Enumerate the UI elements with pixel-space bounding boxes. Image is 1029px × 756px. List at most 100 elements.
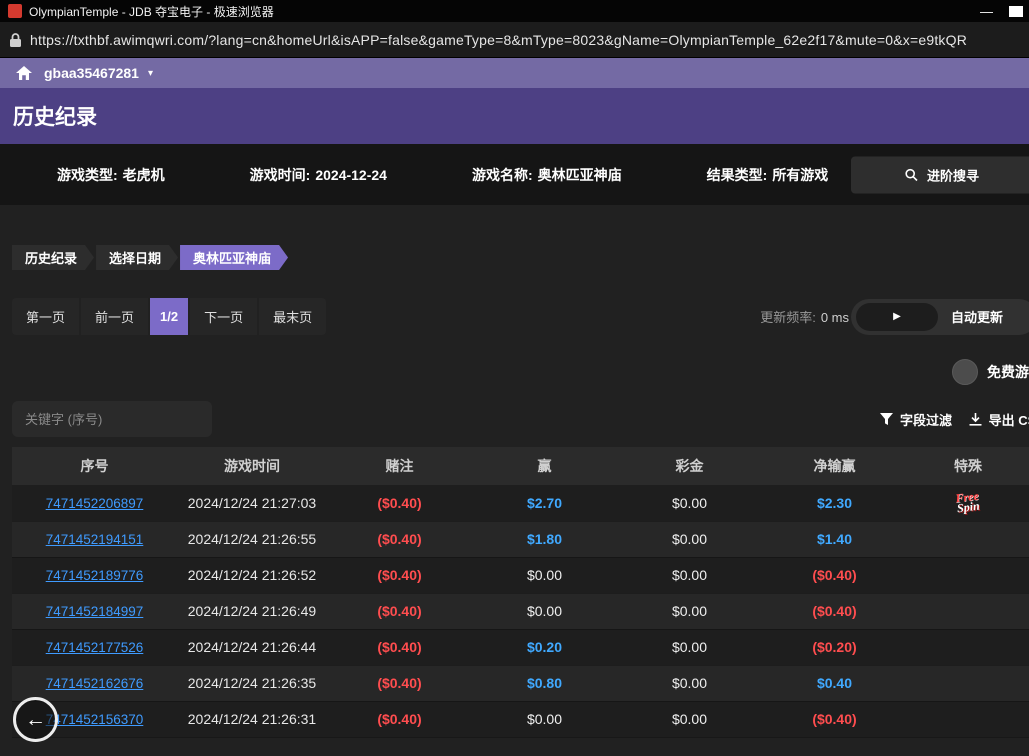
filter-game-type: 游戏类型:老虎机 [57,165,165,185]
cell-jackpot: $0.00 [617,701,762,737]
cell-win: $2.70 [472,485,617,521]
field-filter-button[interactable]: 字段过滤 [880,410,952,429]
cell-special [907,557,1029,593]
play-button[interactable]: ▶ [856,303,938,331]
last-page-button[interactable]: 最末页 [259,298,326,335]
cell-serial: 7471452162676 [12,665,177,701]
column-header-serial: 序号 [12,447,177,485]
window-controls: — [980,5,1023,18]
cell-jackpot: $0.00 [617,629,762,665]
free-games-toggle-circle[interactable] [952,359,978,385]
filter-game-time: 游戏时间:2024-12-24 [250,165,387,185]
cell-win: $0.00 [472,593,617,629]
serial-link[interactable]: 7471452177526 [46,640,144,655]
cell-serial: 7471452194151 [12,521,177,557]
funnel-icon [880,413,893,425]
serial-link[interactable]: 7471452162676 [46,676,144,691]
next-page-button[interactable]: 下一页 [190,298,257,335]
column-header-net: 净输赢 [762,447,907,485]
home-icon[interactable] [16,66,32,80]
cell-serial: 7471452177526 [12,629,177,665]
cell-serial: 7471452206897 [12,485,177,521]
cell-game-time: 2024/12/24 21:26:35 [177,665,327,701]
table-row: 74714521941512024/12/24 21:26:55($0.40)$… [12,521,1029,557]
free-spin-badge: FreeSpin [955,490,981,513]
serial-link[interactable]: 7471452156370 [46,712,144,727]
cell-bet: ($0.40) [327,485,472,521]
window-titlebar: OlympianTemple - JDB 夺宝电子 - 极速浏览器 — [0,0,1029,22]
cell-serial: 7471452184997 [12,593,177,629]
app-icon [8,4,22,18]
breadcrumb-game-name[interactable]: 奥林匹亚神庙 [180,245,288,270]
auto-update-toggle[interactable]: ▶ 自动更新 [851,299,1029,335]
play-icon: ▶ [893,311,901,322]
table-row: 74714521897762024/12/24 21:26:52($0.40)$… [12,557,1029,593]
cell-net: $2.30 [762,485,907,521]
free-games-filter[interactable]: 免费游戏 [952,359,1029,385]
first-page-button[interactable]: 第一页 [12,298,79,335]
minimize-button[interactable]: — [980,5,993,18]
filter-game-name: 游戏名称:奥林匹亚神庙 [472,165,622,185]
page-title: 历史纪录 [13,101,97,131]
browser-address-bar[interactable]: https://txthbf.awimqwri.com/?lang=cn&hom… [0,22,1029,58]
breadcrumb: 历史纪录 选择日期 奥林匹亚神庙 [12,205,1029,270]
prev-page-button[interactable]: 前一页 [81,298,148,335]
table-tools-row: 字段过滤 导出 CSV [12,400,1029,438]
cell-bet: ($0.40) [327,521,472,557]
cell-serial: 7471452189776 [12,557,177,593]
serial-link[interactable]: 7471452194151 [46,532,144,547]
cell-jackpot: $0.00 [617,593,762,629]
search-icon [905,168,918,181]
account-dropdown[interactable]: gbaa35467281 [44,65,139,81]
cell-win: $0.20 [472,629,617,665]
serial-link[interactable]: 7471452206897 [46,496,144,511]
cell-net: ($0.20) [762,629,907,665]
table-row: 74714522068972024/12/24 21:27:03($0.40)$… [12,485,1029,521]
cell-bet: ($0.40) [327,629,472,665]
lock-icon [10,33,21,47]
back-arrow-icon: ← [25,709,46,730]
keyword-search-input[interactable] [12,401,212,437]
breadcrumb-select-date[interactable]: 选择日期 [96,245,178,270]
account-bar: gbaa35467281 ▾ [0,58,1029,88]
maximize-button[interactable] [1009,6,1023,17]
column-header-jackpot: 彩金 [617,447,762,485]
cell-win: $0.00 [472,557,617,593]
current-page-indicator: 1/2 [150,298,188,335]
cell-bet: ($0.40) [327,701,472,737]
cell-net: $1.40 [762,521,907,557]
cell-jackpot: $0.00 [617,665,762,701]
cell-special [907,593,1029,629]
chevron-down-icon[interactable]: ▾ [148,68,153,79]
cell-special [907,521,1029,557]
cell-jackpot: $0.00 [617,521,762,557]
cell-net: ($0.40) [762,593,907,629]
cell-win: $0.80 [472,665,617,701]
auto-update-label: 自动更新 [951,307,1003,326]
cell-win: $1.80 [472,521,617,557]
cell-game-time: 2024/12/24 21:26:55 [177,521,327,557]
table-row: 74714521563702024/12/24 21:26:31($0.40)$… [12,701,1029,737]
back-button[interactable]: ← [13,697,58,742]
cell-special [907,629,1029,665]
refresh-rate: 更新频率:0 ms [760,307,849,326]
page-title-bar: 历史纪录 [0,88,1029,144]
advanced-search-button[interactable]: 进阶搜寻 [851,156,1029,193]
cell-jackpot: $0.00 [617,557,762,593]
serial-link[interactable]: 7471452189776 [46,568,144,583]
cell-game-time: 2024/12/24 21:27:03 [177,485,327,521]
window-title: OlympianTemple - JDB 夺宝电子 - 极速浏览器 [29,3,980,20]
cell-special [907,665,1029,701]
cell-net: $0.40 [762,665,907,701]
breadcrumb-history[interactable]: 历史纪录 [12,245,94,270]
column-header-win: 赢 [472,447,617,485]
pagination-row: 第一页 前一页 1/2 下一页 最末页 更新频率:0 ms ▶ 自动更新 [12,298,1029,335]
filter-result-type: 结果类型:所有游戏 [707,165,829,185]
cell-game-time: 2024/12/24 21:26:44 [177,629,327,665]
export-csv-button[interactable]: 导出 CSV [969,410,1029,429]
download-icon [969,413,982,426]
serial-link[interactable]: 7471452184997 [46,604,144,619]
url-text[interactable]: https://txthbf.awimqwri.com/?lang=cn&hom… [30,32,967,48]
cell-special: FreeSpin [907,485,1029,521]
filter-bar: 游戏类型:老虎机 游戏时间:2024-12-24 游戏名称:奥林匹亚神庙 结果类… [0,144,1029,205]
